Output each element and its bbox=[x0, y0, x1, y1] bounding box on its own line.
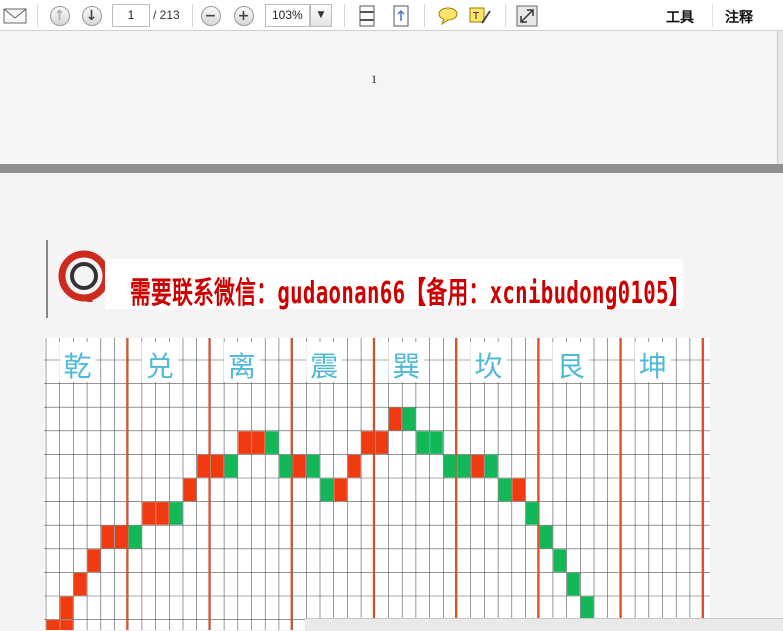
logo-icon: 2 bbox=[56, 244, 110, 306]
down-cell bbox=[169, 502, 183, 525]
page-total: / 213 bbox=[153, 8, 180, 22]
arrow-down-icon[interactable]: ↓ bbox=[79, 3, 104, 28]
down-cell bbox=[279, 454, 293, 478]
page-number-input[interactable]: 1 bbox=[112, 4, 150, 27]
up-cell bbox=[471, 454, 484, 478]
trigram-label: 震 bbox=[310, 350, 338, 383]
page-number-label: 1 bbox=[371, 72, 377, 86]
down-cell bbox=[430, 431, 443, 454]
logo-divider bbox=[46, 240, 48, 318]
down-cell bbox=[320, 478, 334, 502]
up-cell bbox=[115, 525, 128, 549]
zoom-input[interactable]: 103% bbox=[265, 4, 310, 27]
pdf-page-1: 1 bbox=[0, 31, 777, 164]
down-cell bbox=[128, 525, 142, 549]
arrow-up-icon[interactable]: ↑ bbox=[47, 3, 72, 28]
trigram-label: 坤 bbox=[639, 350, 667, 383]
comment-button[interactable]: 注释 bbox=[725, 7, 753, 27]
down-cell bbox=[402, 407, 416, 431]
down-cell bbox=[457, 454, 471, 478]
toolbar-separator bbox=[192, 4, 193, 27]
toolbar-separator bbox=[344, 4, 345, 27]
toolbar-separator bbox=[424, 4, 425, 27]
down-cell bbox=[553, 549, 567, 572]
up-cell bbox=[252, 431, 265, 454]
down-cell bbox=[526, 502, 539, 525]
toolbar-separator bbox=[712, 4, 713, 27]
up-cell bbox=[73, 572, 87, 596]
toolbar: ↑ ↓ 1 / 213 − + 103% ▼ T 工具 注释 bbox=[0, 0, 783, 31]
up-cell bbox=[197, 454, 210, 478]
up-cell bbox=[361, 431, 375, 454]
down-cell bbox=[484, 454, 498, 478]
chevron-down-icon: ▼ bbox=[317, 10, 325, 20]
down-cell bbox=[265, 431, 279, 454]
zoom-out-icon[interactable]: − bbox=[198, 3, 223, 28]
down-cell bbox=[416, 431, 430, 454]
up-cell bbox=[238, 431, 251, 454]
up-cell bbox=[347, 454, 361, 478]
down-cell bbox=[443, 454, 457, 478]
down-cell bbox=[224, 454, 238, 478]
toolbar-separator bbox=[37, 4, 38, 27]
down-cell bbox=[498, 478, 512, 502]
up-cell bbox=[60, 596, 73, 620]
up-cell bbox=[183, 478, 197, 502]
contact-banner: 需要联系微信：gudaonan66【备用：xcnibudong0105】 bbox=[130, 276, 690, 311]
svg-text:2: 2 bbox=[86, 292, 94, 305]
up-cell bbox=[101, 525, 114, 549]
svg-text:T: T bbox=[472, 11, 480, 22]
page-fit-icon[interactable] bbox=[354, 3, 379, 28]
up-cell bbox=[389, 407, 402, 431]
down-cell bbox=[567, 572, 580, 596]
up-cell bbox=[87, 549, 101, 572]
comment-bubble-icon[interactable] bbox=[435, 3, 460, 28]
trigram-label: 坎 bbox=[475, 350, 503, 383]
mail-icon[interactable] bbox=[2, 3, 27, 28]
tools-button[interactable]: 工具 bbox=[666, 7, 694, 27]
trigram-label: 艮 bbox=[557, 350, 585, 383]
down-cell bbox=[539, 525, 553, 549]
up-cell bbox=[293, 454, 306, 478]
up-cell bbox=[210, 454, 224, 478]
trigram-label: 兑 bbox=[146, 350, 174, 383]
vertical-scrollbar[interactable] bbox=[777, 31, 783, 164]
fullscreen-icon[interactable] bbox=[514, 3, 539, 28]
down-cell bbox=[306, 454, 320, 478]
up-cell bbox=[60, 620, 73, 630]
up-cell bbox=[375, 431, 388, 454]
zoom-dropdown-button[interactable]: ▼ bbox=[310, 4, 332, 27]
zoom-in-icon[interactable]: + bbox=[231, 3, 256, 28]
toolbar-separator bbox=[505, 4, 506, 27]
down-cell bbox=[580, 596, 594, 620]
status-bar bbox=[305, 618, 783, 631]
up-cell bbox=[46, 620, 60, 630]
trigram-label: 巽 bbox=[392, 350, 420, 383]
up-cell bbox=[142, 502, 156, 525]
page-rotate-icon[interactable] bbox=[388, 3, 413, 28]
highlight-note-icon[interactable]: T bbox=[467, 3, 492, 28]
up-cell bbox=[334, 478, 347, 502]
trigram-label: 乾 bbox=[64, 350, 92, 383]
page-divider bbox=[0, 164, 783, 173]
up-cell bbox=[512, 478, 525, 502]
trigram-chart: 乾兑离震巽坎艮坤 bbox=[44, 338, 710, 630]
trigram-label: 离 bbox=[228, 350, 256, 383]
up-cell bbox=[156, 502, 169, 525]
